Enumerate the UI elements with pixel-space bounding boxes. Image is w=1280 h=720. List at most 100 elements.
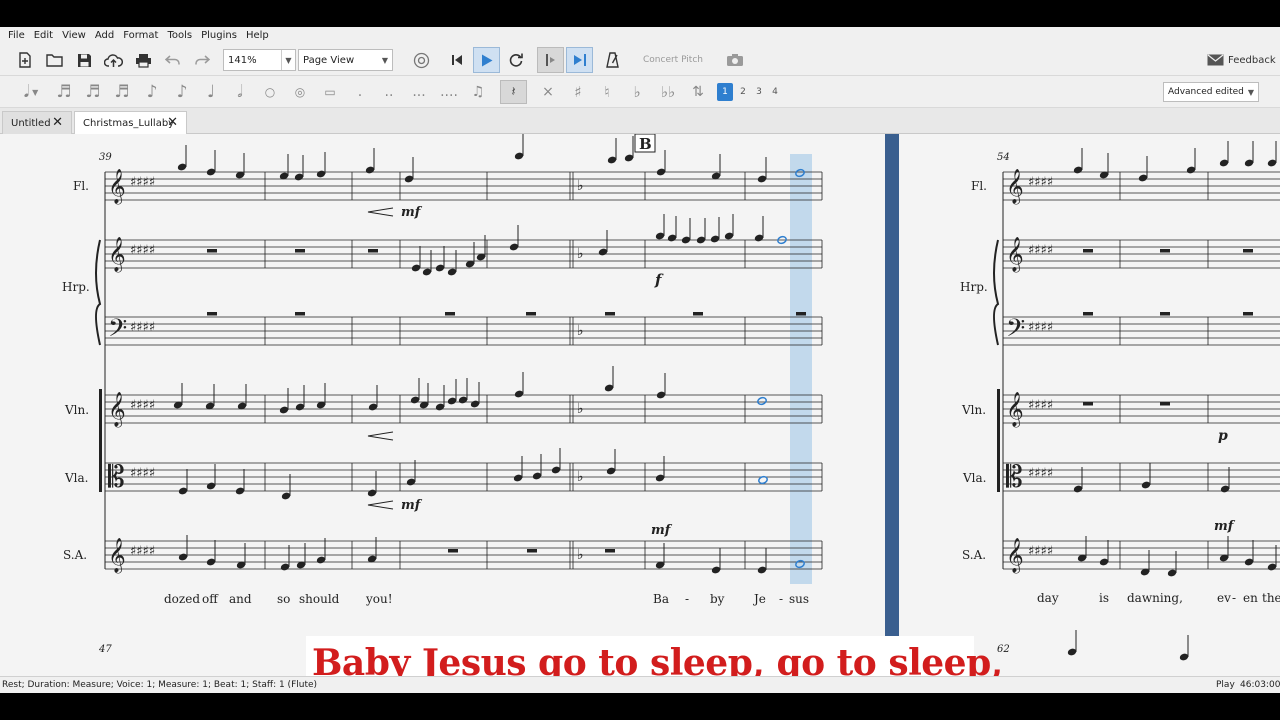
rest-icon: [1083, 249, 1093, 253]
rest-icon: [1083, 402, 1093, 406]
print-icon[interactable]: [134, 51, 152, 69]
menu-format[interactable]: Format: [123, 30, 158, 41]
duration-32nd-icon[interactable]: ♬: [85, 81, 101, 103]
key-signature-icon: ♯♯♯♯: [130, 175, 155, 190]
quadruple-dot-icon[interactable]: ....: [439, 81, 459, 103]
lyric-syllable: should: [299, 592, 340, 606]
rewind-icon[interactable]: [447, 50, 467, 70]
menu-view[interactable]: View: [62, 30, 86, 41]
clef-icon: 𝄢: [108, 314, 127, 349]
double-flat-icon[interactable]: ♭♭: [658, 81, 678, 103]
rest-icon: [295, 312, 305, 316]
duration-quarter-icon[interactable]: ♩: [203, 81, 219, 103]
loop-out-icon[interactable]: [566, 47, 593, 73]
key-change-icon: ♭: [577, 547, 584, 563]
undo-icon[interactable]: [164, 51, 182, 69]
instrument-name-violin: Vln.: [64, 403, 89, 417]
voice-1-button[interactable]: 1: [717, 83, 733, 101]
close-icon[interactable]: ✕: [167, 115, 178, 130]
rest-icon: [448, 549, 458, 553]
flip-direction-icon[interactable]: ⇅: [688, 81, 708, 103]
sharp-icon[interactable]: ♯: [570, 81, 586, 103]
chevron-down-icon[interactable]: ▼: [378, 50, 392, 70]
menu-plugins[interactable]: Plugins: [201, 30, 237, 41]
key-signature-icon: ♯♯♯♯: [1028, 544, 1053, 559]
double-dot-icon[interactable]: ..: [381, 81, 397, 103]
rest-icon: [1083, 312, 1093, 316]
lyric-syllable: Ba: [653, 592, 669, 606]
duration-half-icon[interactable]: 𝅗𝅥: [232, 81, 248, 103]
new-file-icon[interactable]: [16, 51, 34, 69]
rest-icon: [1160, 402, 1170, 406]
menu-help[interactable]: Help: [246, 30, 269, 41]
menu-add[interactable]: Add: [95, 30, 114, 41]
score-canvas[interactable]: B 39 54 47 62 Fl. Hrp. Vln. Vla. S.A. Fl…: [0, 134, 1280, 676]
double-sharp-icon[interactable]: ×: [540, 81, 556, 103]
rest-icon: [1160, 249, 1170, 253]
key-signature-icon: ♯♯♯♯: [1028, 320, 1053, 335]
voice-3-button[interactable]: 3: [752, 83, 766, 101]
chevron-down-icon[interactable]: ▼: [1244, 83, 1258, 101]
note-input-mode-icon[interactable]: 𝅘𝅥 ▼: [14, 82, 48, 102]
open-folder-icon[interactable]: [45, 51, 63, 69]
key-change-icon: ♭: [577, 246, 584, 262]
close-icon[interactable]: ✕: [52, 115, 63, 130]
view-mode-value: Page View: [303, 54, 355, 66]
flat-icon[interactable]: ♭: [629, 81, 645, 103]
zoom-select[interactable]: 141% ▼: [223, 49, 296, 71]
clef-icon: 𝄡: [108, 460, 125, 495]
strings-bracket: [997, 389, 1000, 492]
concert-pitch-button[interactable]: Concert Pitch: [640, 52, 706, 68]
feedback-button[interactable]: Feedback: [1228, 52, 1276, 68]
view-mode-select[interactable]: Page View ▼: [298, 49, 393, 71]
duration-eighth-alt-icon[interactable]: ♪: [174, 81, 190, 103]
triple-dot-icon[interactable]: ...: [410, 81, 428, 103]
page-divider: [885, 134, 899, 676]
lyric-syllable: off: [202, 592, 219, 606]
lyric-syllable: -: [685, 592, 689, 606]
duration-whole-icon[interactable]: ○: [262, 81, 278, 103]
dynamic-marking: mf: [651, 523, 673, 538]
loop-in-icon[interactable]: [537, 47, 564, 73]
metronome-icon[interactable]: [602, 50, 622, 70]
lyric-syllable: so: [277, 592, 290, 606]
camera-icon[interactable]: [724, 50, 746, 70]
menu-tools[interactable]: Tools: [167, 30, 192, 41]
lyric-syllable: you!: [365, 592, 393, 606]
menu-file[interactable]: File: [8, 30, 25, 41]
duration-longa-icon[interactable]: ▭: [321, 81, 339, 103]
chevron-down-icon[interactable]: ▼: [281, 50, 295, 70]
natural-icon[interactable]: ♮: [599, 81, 615, 103]
redo-icon[interactable]: [193, 51, 211, 69]
cloud-upload-icon[interactable]: [103, 51, 123, 69]
augmentation-dot-icon[interactable]: .: [353, 81, 367, 103]
key-signature-icon: ♯♯♯♯: [1028, 466, 1053, 481]
duration-64th-icon[interactable]: ♬: [56, 81, 72, 103]
feedback-icon[interactable]: [1205, 52, 1225, 68]
voice-4-button[interactable]: 4: [768, 83, 782, 101]
instrument-name-harp: Hrp.: [62, 280, 90, 294]
instrument-name-flute: Fl.: [73, 179, 89, 193]
lyric-syllable: by: [710, 592, 725, 606]
duration-eighth-icon[interactable]: ♪: [144, 81, 160, 103]
voice-2-button[interactable]: 2: [736, 83, 750, 101]
tie-icon[interactable]: ♫: [467, 81, 489, 103]
rest-icon[interactable]: 𝄽: [500, 80, 527, 104]
menu-bar: File Edit View Add Format Tools Plugins …: [0, 27, 1280, 44]
duration-breve-icon[interactable]: ◎: [291, 81, 309, 103]
rest-icon: [445, 312, 455, 316]
loop-icon[interactable]: [506, 50, 526, 70]
menu-edit[interactable]: Edit: [34, 30, 53, 41]
tab-christmas-lullaby[interactable]: Christmas_Lullaby ✕: [74, 111, 187, 134]
clef-icon: 𝄞: [108, 237, 126, 273]
lyric-syllable: sus: [789, 592, 809, 606]
score-page[interactable]: B 39 54 47 62 Fl. Hrp. Vln. Vla. S.A. Fl…: [0, 134, 1280, 676]
workspace-select[interactable]: Advanced edited ▼: [1163, 82, 1259, 102]
play-icon[interactable]: [473, 47, 500, 73]
rest-icon: [295, 249, 305, 253]
status-time: 46:03:000: [1240, 680, 1280, 690]
duration-16th-icon[interactable]: ♬: [114, 81, 130, 103]
save-icon[interactable]: [75, 51, 93, 69]
metronome-settings-icon[interactable]: [411, 50, 431, 70]
tab-untitled[interactable]: Untitled ✕: [2, 111, 72, 134]
